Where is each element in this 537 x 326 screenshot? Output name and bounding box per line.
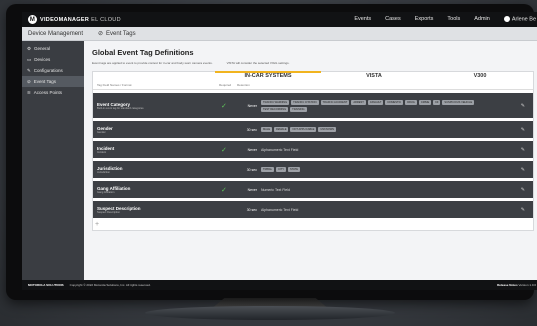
sidebar-item-configurations[interactable]: ✎ Configurations bbox=[22, 65, 84, 76]
footer: MOTOROLA SOLUTIONS Copyright © 2022 Moto… bbox=[22, 280, 537, 290]
breadcrumb-current: Event Tags bbox=[106, 30, 136, 37]
check-icon: ✓ bbox=[221, 102, 227, 110]
page-title: Global Event Tag Definitions bbox=[92, 48, 194, 57]
table-row[interactable]: Incident Incident ✓ Never Alphanumeric Te… bbox=[93, 141, 533, 158]
edit-icon[interactable]: ✎ bbox=[521, 207, 525, 213]
avatar bbox=[503, 16, 510, 23]
nav-cases[interactable]: Cases bbox=[385, 16, 401, 22]
description-right: VISTA will consider the selected VIGIL s… bbox=[226, 61, 290, 65]
edit-icon[interactable]: ✎ bbox=[521, 187, 525, 193]
sub-header: Device Management ⊘ Event Tags bbox=[22, 27, 537, 41]
tag-list: TRAFFIC WARNING TRAFFIC CITATION TRAFFIC… bbox=[261, 99, 475, 112]
edit-icon[interactable]: ✎ bbox=[521, 147, 525, 153]
wifi-icon: ≋ bbox=[27, 89, 31, 95]
sidebar-item-access-points[interactable]: ≋ Access Points bbox=[22, 87, 84, 98]
check-icon: ✓ bbox=[221, 186, 227, 194]
tab-in-car-systems[interactable]: IN-CAR SYSTEMS bbox=[215, 71, 321, 81]
column-name-header: Tag Field Names / Format bbox=[97, 83, 132, 87]
tag-icon: ⊘ bbox=[27, 78, 31, 84]
monitor-stand-base bbox=[145, 306, 395, 320]
check-icon: ✓ bbox=[221, 146, 227, 154]
table-row[interactable]: Gender Gender 30 sec MALE FEMALE NOT APPL… bbox=[93, 121, 533, 138]
footer-version: Release Notes Version 1.0.0 bbox=[497, 283, 536, 287]
brand-suffix: EL CLOUD bbox=[91, 16, 121, 23]
motorola-logo-icon: M bbox=[28, 15, 37, 24]
edit-icon[interactable]: ✎ bbox=[521, 103, 525, 109]
table-row[interactable]: Gang Affiliation Gang Affiliation ✓ Never… bbox=[93, 181, 533, 198]
description-left: Event tags are applied to event to provi… bbox=[92, 61, 213, 65]
tag-icon: ⊘ bbox=[98, 31, 104, 37]
nav-exports[interactable]: Exports bbox=[415, 16, 434, 22]
table-row[interactable]: Suspect Description Suspect Description 3… bbox=[93, 201, 533, 218]
sidebar: ⚙ General ▭ Devices ✎ Configurations ⊘ Event… bbox=[22, 41, 84, 290]
section-title: Device Management bbox=[28, 30, 84, 37]
column-retention-header: Retention bbox=[237, 83, 250, 87]
table-row[interactable]: Event Category Built-in event tag for sta… bbox=[93, 93, 533, 118]
sidebar-item-general[interactable]: ⚙ General bbox=[22, 43, 84, 54]
edit-icon[interactable]: ✎ bbox=[521, 167, 525, 173]
tag-list: MALE FEMALE NOT APPLICABLE UNKNOWN bbox=[261, 127, 337, 132]
nav-admin[interactable]: Admin bbox=[474, 16, 490, 22]
sidebar-item-event-tags[interactable]: ⊘ Event Tags bbox=[22, 76, 84, 87]
column-required-header: Required bbox=[219, 83, 232, 87]
table-subheader: Tag Field Names / Format Required Retent… bbox=[93, 81, 533, 90]
edit-icon[interactable]: ✎ bbox=[521, 127, 525, 133]
app-logo[interactable]: M VIDEOMANAGER EL CLOUD bbox=[28, 15, 121, 24]
main-content: Global Event Tag Definitions Event tags … bbox=[84, 41, 537, 290]
nav-tools[interactable]: Tools bbox=[447, 16, 460, 22]
sidebar-item-devices[interactable]: ▭ Devices bbox=[22, 54, 84, 65]
system-columns: IN-CAR SYSTEMS VISTA V300 bbox=[93, 71, 533, 81]
app-screen: M VIDEOMANAGER EL CLOUD Events Cases Exp… bbox=[22, 12, 537, 290]
monitor: M VIDEOMANAGER EL CLOUD Events Cases Exp… bbox=[6, 4, 537, 300]
breadcrumb: ⊘ Event Tags bbox=[98, 30, 136, 38]
devices-icon: ▭ bbox=[27, 56, 32, 62]
top-bar: M VIDEOMANAGER EL CLOUD Events Cases Exp… bbox=[22, 12, 537, 27]
gear-icon: ⚙ bbox=[27, 45, 32, 51]
tab-vista[interactable]: VISTA bbox=[321, 73, 427, 81]
user-name: Arlene Be bbox=[511, 16, 536, 23]
footer-brand: MOTOROLA SOLUTIONS bbox=[28, 283, 64, 287]
add-row-icon[interactable]: + bbox=[93, 221, 533, 228]
nav-events[interactable]: Events bbox=[354, 16, 371, 22]
release-notes-link[interactable]: Release Notes bbox=[497, 283, 518, 287]
top-nav: Events Cases Exports Tools Admin Arlene … bbox=[354, 16, 536, 23]
footer-copyright: Copyright © 2022 Motorola Solutions, Inc… bbox=[69, 283, 151, 287]
user-menu[interactable]: Arlene Be bbox=[503, 16, 536, 23]
tab-v300[interactable]: V300 bbox=[427, 73, 533, 81]
brand-name: VIDEOMANAGER bbox=[40, 16, 90, 23]
table-row[interactable]: Jurisdiction Jurisdiction 30 sec TRIBAL C… bbox=[93, 161, 533, 178]
wrench-icon: ✎ bbox=[27, 67, 31, 73]
tags-table: IN-CAR SYSTEMS VISTA V300 Tag Field Name… bbox=[92, 71, 534, 231]
page-description: Event tags are applied to event to provi… bbox=[92, 61, 534, 65]
tag-list: TRIBAL CITY STATE bbox=[261, 167, 300, 172]
